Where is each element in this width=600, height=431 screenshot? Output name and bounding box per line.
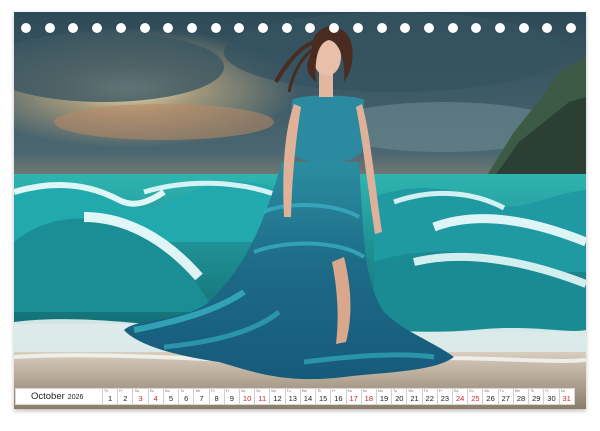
binding-ring	[210, 23, 221, 33]
day-number: 17	[349, 394, 358, 403]
binding-ring	[423, 23, 434, 33]
binding-ring	[352, 23, 363, 33]
day-number: 24	[455, 394, 465, 403]
day-number: 3	[138, 394, 143, 403]
day-number: 27	[501, 394, 510, 403]
day-number: 12	[273, 394, 282, 403]
day-cell: Mo 12	[269, 389, 284, 404]
day-number: 20	[395, 394, 404, 403]
day-cell: We 28	[512, 389, 528, 404]
binding-ring	[115, 23, 126, 33]
day-cell: Fr 2	[117, 389, 132, 404]
binding-ring	[44, 23, 55, 33]
day-cell: Su 4	[147, 389, 163, 404]
month-label: October 2026	[16, 389, 102, 404]
day-number: 10	[242, 394, 252, 403]
year-label: 2026	[67, 394, 84, 401]
day-cell: Th 1	[102, 389, 117, 404]
day-number: 7	[199, 394, 204, 403]
day-cell: Th 8	[208, 389, 224, 404]
day-cell: Mo 26	[482, 389, 497, 404]
month-date-strip: October 2026 Th 1 Fr 2 Sa 3 Su 4 Mo 5 Tu 6 We 7 Th 8 Fr 9 S…	[15, 388, 575, 405]
binding-ring	[447, 23, 458, 33]
day-cell: Tu 13	[284, 389, 300, 404]
day-cells: Th 1 Fr 2 Sa 3 Su 4 Mo 5 Tu 6 We 7 Th 8 Fr 9 Sa 10 Su 11 Mo 12 T…	[102, 389, 574, 404]
binding-ring	[258, 23, 268, 33]
day-cell: We 7	[193, 389, 208, 404]
day-number: 11	[258, 394, 267, 403]
cover-photo	[14, 12, 586, 409]
binding-ring	[566, 23, 577, 33]
calendar-binding-rings	[14, 12, 586, 36]
binding-ring	[21, 23, 31, 33]
day-cell: Mo 19	[375, 389, 391, 404]
day-cell: Sa 24	[452, 389, 467, 404]
day-cell: Sa 10	[238, 389, 254, 404]
day-cell: Sa 3	[132, 389, 147, 404]
day-number: 19	[379, 394, 389, 403]
binding-ring	[400, 23, 411, 33]
month-name: October	[31, 391, 65, 402]
day-cell: Su 25	[467, 389, 482, 404]
day-cell: We 21	[406, 389, 421, 404]
binding-ring	[329, 23, 340, 33]
day-number: 31	[562, 394, 571, 403]
day-number: 6	[184, 394, 189, 403]
day-number: 2	[123, 394, 128, 403]
day-number: 15	[319, 394, 328, 403]
day-number: 16	[334, 394, 343, 403]
day-cell: Su 11	[254, 389, 269, 404]
day-number: 5	[168, 394, 174, 403]
binding-ring	[68, 23, 79, 33]
day-cell: Fr 30	[543, 389, 558, 404]
binding-ring	[163, 23, 174, 33]
day-number: 14	[303, 394, 313, 403]
day-cell: Fr 9	[223, 389, 239, 404]
day-cell: Tu 6	[178, 389, 193, 404]
day-number: 28	[516, 394, 526, 403]
day-number: 9	[229, 394, 234, 403]
day-number: 13	[288, 394, 297, 403]
binding-ring	[281, 23, 292, 33]
binding-ring	[471, 23, 482, 33]
day-cell: Tu 27	[497, 389, 513, 404]
day-number: 22	[425, 394, 434, 403]
day-cell: Th 29	[528, 389, 543, 404]
binding-ring	[518, 23, 529, 33]
day-number: 1	[108, 394, 113, 403]
day-cell: Th 15	[315, 389, 330, 404]
day-number: 30	[547, 394, 556, 403]
day-number: 8	[214, 394, 219, 403]
binding-ring	[234, 23, 245, 33]
day-number: 26	[486, 394, 495, 403]
binding-ring	[542, 23, 553, 33]
binding-ring	[305, 23, 316, 33]
day-cell: Th 22	[421, 389, 437, 404]
day-number: 21	[410, 394, 419, 403]
binding-ring	[186, 23, 197, 33]
calendar-page	[14, 12, 586, 409]
binding-ring	[495, 23, 505, 33]
day-cell: Mo 5	[162, 389, 178, 404]
day-number: 18	[364, 394, 373, 403]
day-cell: Sa 17	[345, 389, 361, 404]
day-cell: Sa 31	[558, 389, 574, 404]
binding-ring	[92, 23, 103, 33]
day-cell: Fr 23	[436, 389, 452, 404]
day-number: 25	[471, 394, 480, 403]
day-number: 29	[532, 394, 541, 403]
binding-ring	[376, 23, 387, 33]
day-number: 4	[153, 394, 158, 403]
binding-ring	[139, 23, 150, 33]
day-cell: Su 18	[360, 389, 376, 404]
day-cell: We 14	[299, 389, 315, 404]
day-cell: Tu 20	[391, 389, 406, 404]
day-number: 23	[440, 394, 450, 403]
day-cell: Fr 16	[330, 389, 345, 404]
